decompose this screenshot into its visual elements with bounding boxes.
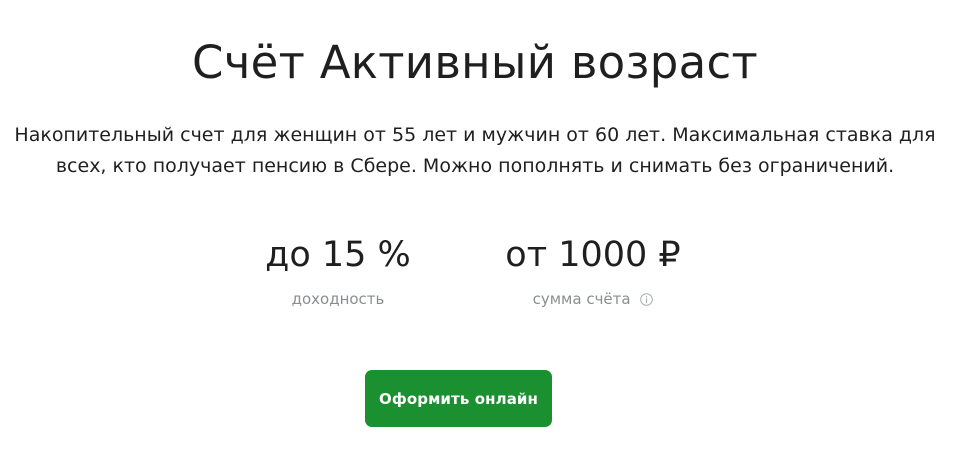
page-title: Счёт Активный возраст	[191, 36, 759, 89]
product-hero: Счёт Активный возраст Накопительный счет…	[0, 0, 962, 452]
rate-caption: доходность	[291, 290, 385, 308]
apply-online-button[interactable]: Оформить онлайн	[365, 370, 552, 427]
rate-stat: до 15 % доходность	[238, 230, 438, 310]
amount-caption: сумма счёта	[532, 290, 631, 308]
amount-value: от 1000 ₽	[505, 235, 681, 275]
amount-caption-row: сумма счёта	[482, 288, 704, 310]
info-icon[interactable]	[640, 290, 654, 306]
product-stats: до 15 % доходность от 1000 ₽ сумма счёта	[0, 230, 962, 320]
rate-value: до 15 %	[265, 235, 411, 275]
amount-stat: от 1000 ₽ сумма счёта	[482, 230, 704, 310]
product-description: Накопительный счет для женщин от 55 лет …	[14, 124, 936, 177]
